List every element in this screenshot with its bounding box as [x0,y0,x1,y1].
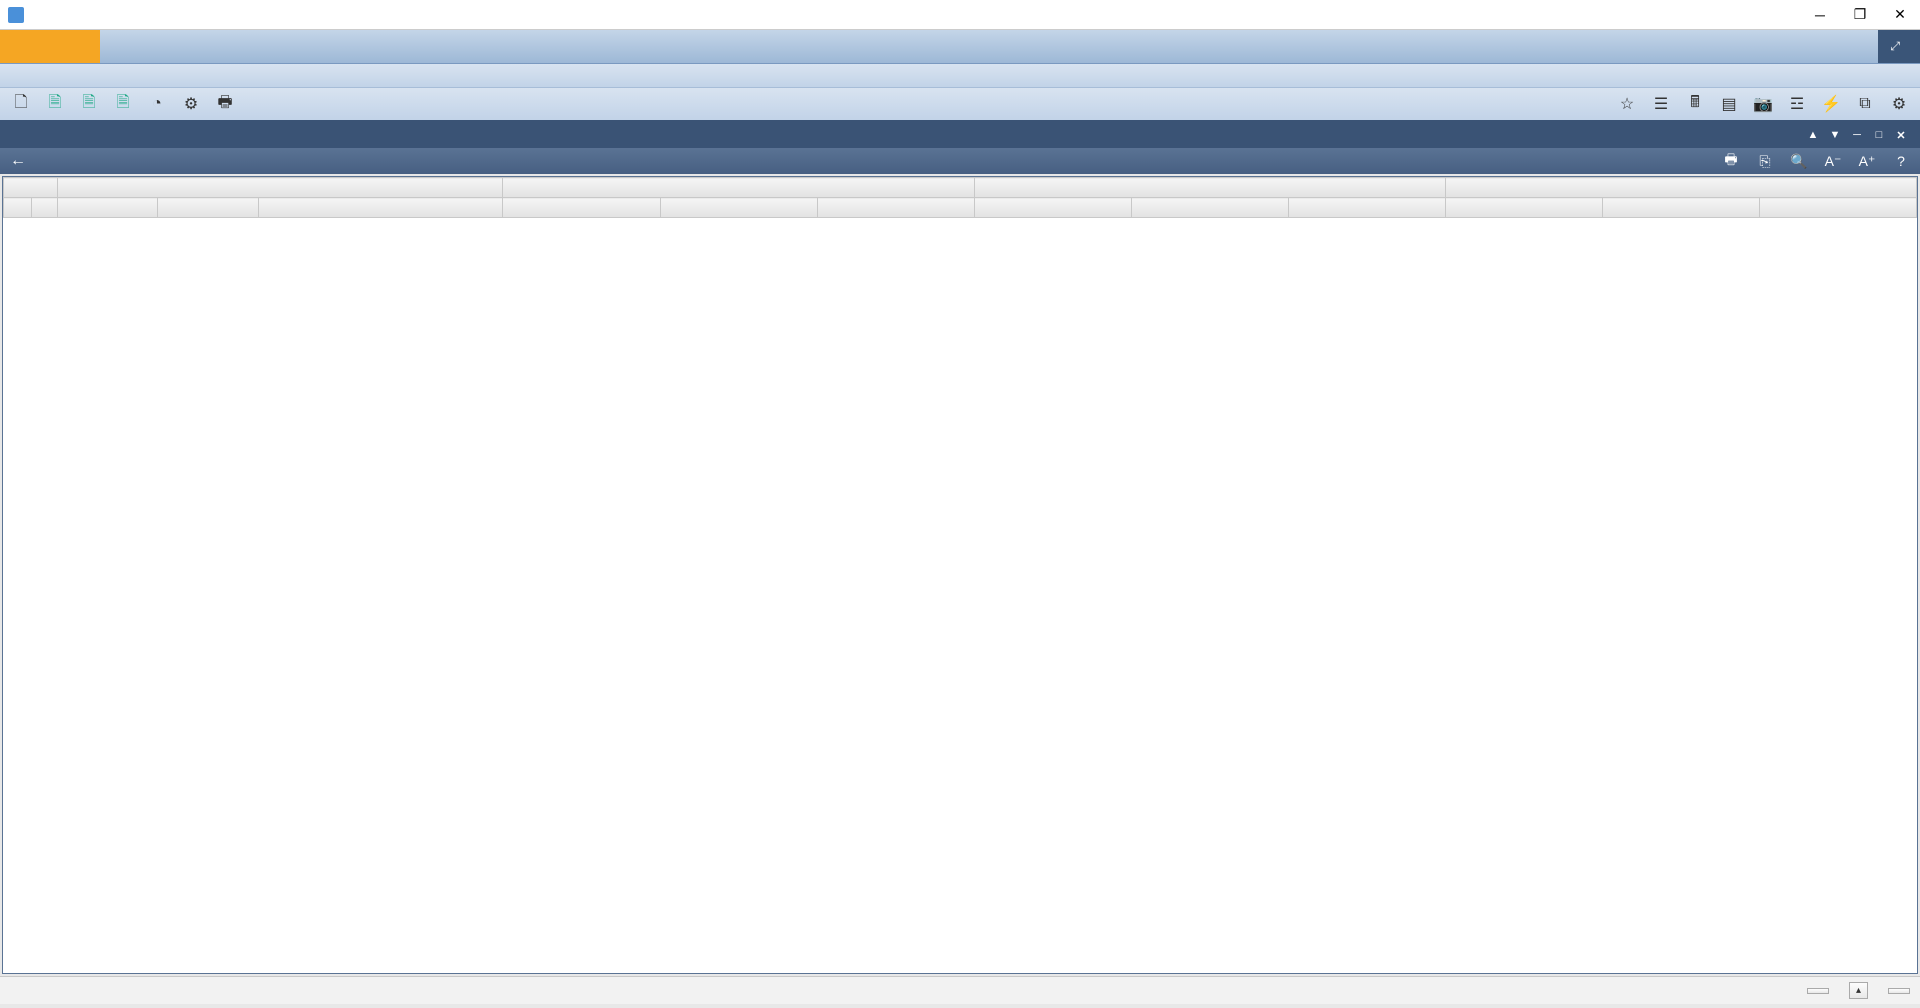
search-icon[interactable]: 🔍 [1790,153,1808,170]
graph-button[interactable] [1807,988,1829,994]
col-td-var[interactable] [817,198,974,218]
help-icon[interactable]: ? [1892,153,1910,169]
col-desc[interactable] [258,198,503,218]
panel-toolbar: ← 🖶 ⎘ 🔍 A⁻ A⁺ ? [0,148,1920,174]
panel-max-icon[interactable]: □ [1870,126,1888,144]
camera-icon[interactable]: 📷 [1752,93,1774,115]
minimize-button[interactable]: ─ [1808,3,1832,27]
col-rm-cost[interactable] [1131,198,1288,218]
doc-b-icon[interactable]: 🗎 [44,93,66,115]
font-dec-icon[interactable]: A⁻ [1824,153,1842,170]
menu-bar [0,64,1920,88]
main-toolbar: 🗋 🗎 🗎 🗎 ◔ ⚙ 🖶 ☆ ☰ 🖩 ▤ 📷 ☲ ⚡ ⧉ ⚙ [0,88,1920,122]
font-inc-icon[interactable]: A⁺ [1858,153,1876,170]
status-bar: ▴ [0,976,1920,1004]
gear2-icon[interactable]: ⚙ [1888,93,1910,115]
panel-close-icon[interactable]: ✕ [1892,126,1910,144]
col-group-todate[interactable] [503,178,974,198]
pie-chart-icon[interactable]: ◔ [146,93,168,115]
panel-up-icon[interactable]: ▲ [1804,126,1822,144]
col-ac-cost[interactable] [1602,198,1759,218]
data-grid[interactable] [3,177,1917,218]
star-icon[interactable]: ☆ [1616,93,1638,115]
panel-down-icon[interactable]: ▼ [1826,126,1844,144]
main-tab-bar: ⤢ [0,30,1920,64]
col-cost[interactable] [158,198,258,218]
col-ac-var[interactable] [1759,198,1916,218]
gear-icon[interactable]: ⚙ [180,93,202,115]
doc-p-icon[interactable]: 🗎 [78,93,100,115]
maximize-button[interactable]: ❐ [1848,3,1872,27]
col-group-atcompletion[interactable] [1445,178,1916,198]
col-group-codes[interactable] [58,178,503,198]
list-icon[interactable]: ☰ [1650,93,1672,115]
col-header-blank [4,178,58,198]
expand-icon[interactable]: ⤢ [1890,39,1900,54]
launch-icon[interactable]: ⎘ [1756,153,1774,170]
close-button[interactable]: ✕ [1888,3,1912,27]
graph-arrow-button[interactable]: ▴ [1849,982,1868,999]
calculate-button[interactable] [1888,988,1910,994]
app-icon [8,7,24,23]
col-ac-allow[interactable] [1445,198,1602,218]
doc-r-icon[interactable]: 🗎 [112,93,134,115]
col-task[interactable] [58,198,158,218]
new-doc-icon[interactable]: 🗋 [10,93,32,115]
print-icon[interactable]: 🖶 [214,93,236,115]
panel-min-icon[interactable]: ─ [1848,126,1866,144]
panel-header: ▲ ▼ ─ □ ✕ [0,122,1920,148]
version-box: ⤢ [1878,30,1920,63]
col-group-remaining[interactable] [974,178,1445,198]
list2-icon[interactable]: ☲ [1786,93,1808,115]
window-icon[interactable]: ⧉ [1854,93,1876,115]
window-titlebar: ─ ❐ ✕ [0,0,1920,30]
calculator-icon[interactable]: 🖩 [1684,93,1706,115]
col-rm-allow[interactable] [974,198,1131,218]
notebook-icon[interactable]: ▤ [1718,93,1740,115]
app-logo-tab[interactable] [0,30,100,63]
col-rm-var[interactable] [1288,198,1445,218]
col-td-allow[interactable] [503,198,660,218]
col-td-cost[interactable] [660,198,817,218]
print2-icon[interactable]: 🖶 [1722,149,1740,173]
grid-container [2,176,1918,974]
back-arrow-icon[interactable]: ← [10,152,26,170]
bolt-icon[interactable]: ⚡ [1820,93,1842,115]
